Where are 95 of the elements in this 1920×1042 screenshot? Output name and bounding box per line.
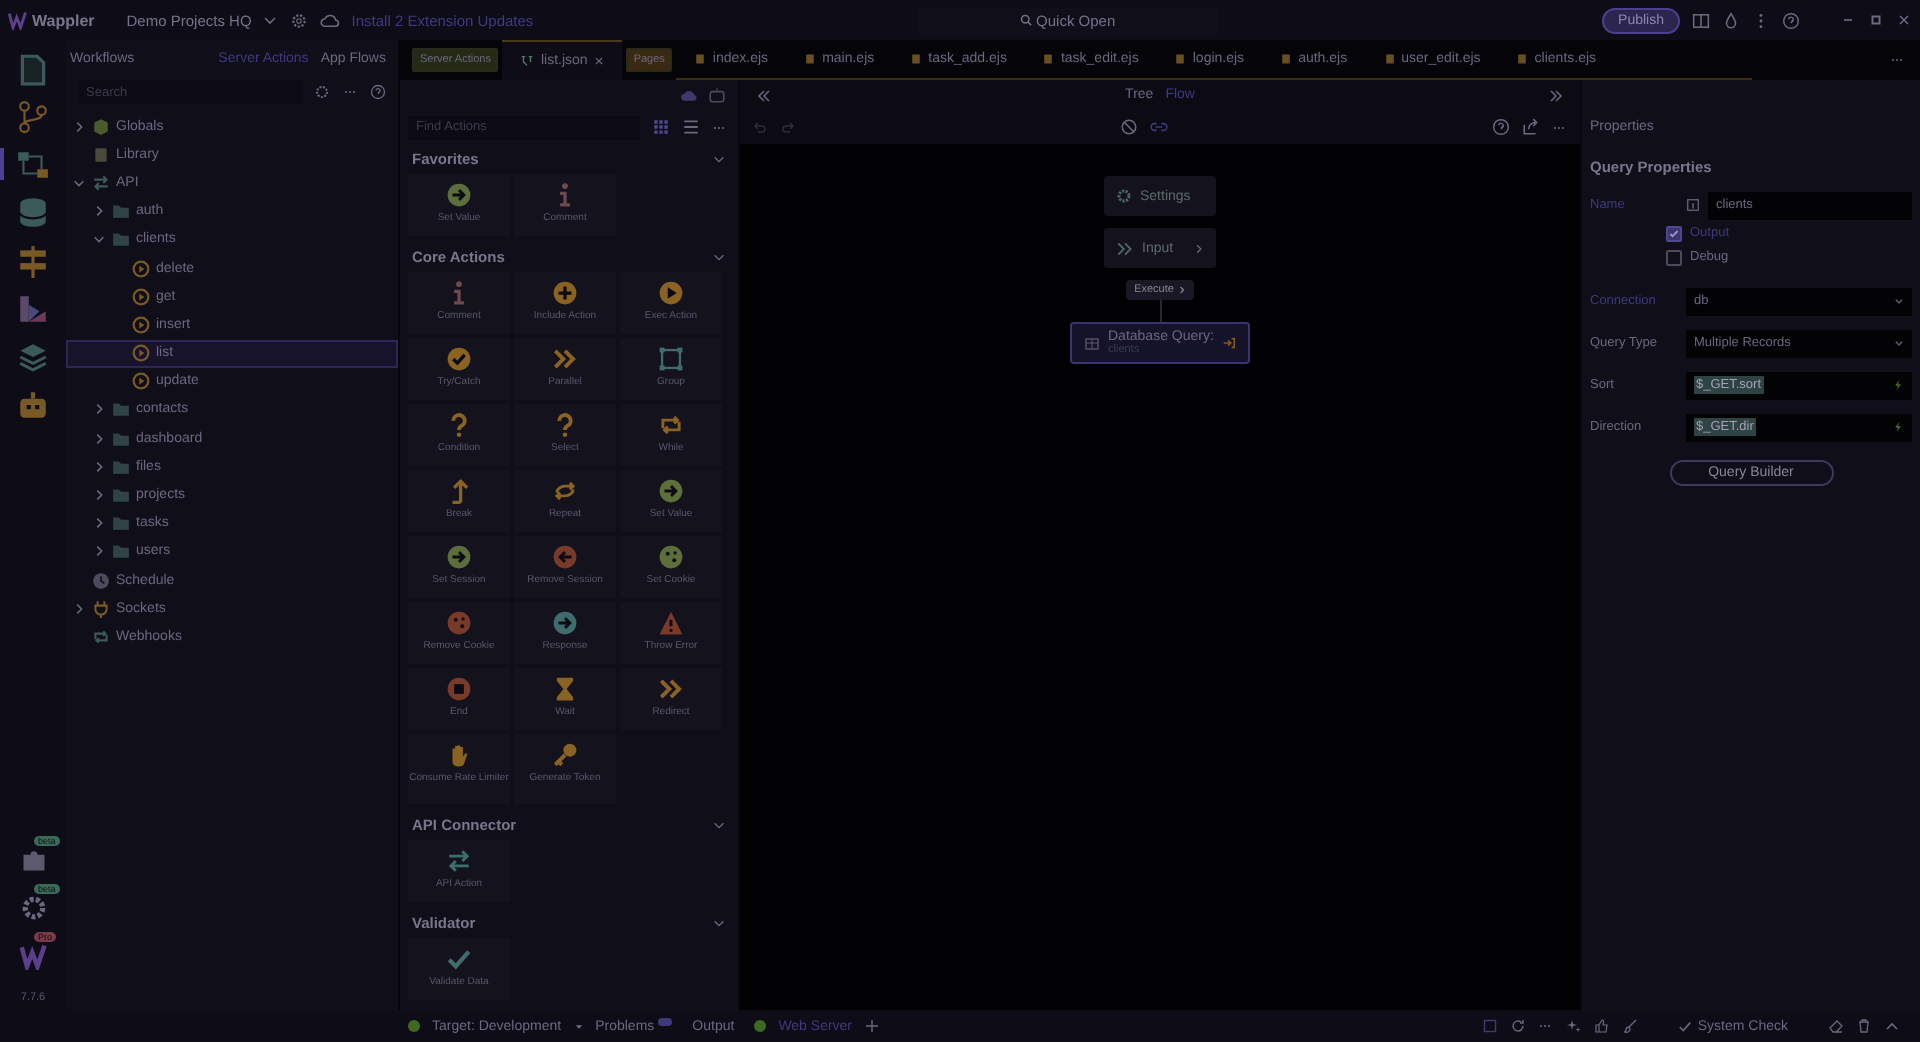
expand-right-icon[interactable] xyxy=(1548,87,1565,103)
robot-icon xyxy=(16,387,50,421)
chevron-right-icon[interactable] xyxy=(92,544,106,559)
puzzle-icon[interactable] xyxy=(19,846,47,874)
file-icon xyxy=(1280,52,1293,66)
double-chevron-icon xyxy=(1116,239,1134,257)
plug-icon xyxy=(92,599,110,618)
branch-icon xyxy=(16,99,50,133)
chevron-down-icon[interactable] xyxy=(712,817,726,831)
play-circle-icon xyxy=(132,287,150,306)
cloud-icon[interactable] xyxy=(680,86,698,104)
wappler-logo-icon xyxy=(8,10,28,30)
chevron-up-icon[interactable] xyxy=(1884,1018,1900,1034)
eraser-icon[interactable] xyxy=(1828,1018,1844,1034)
cloud-icon[interactable] xyxy=(319,10,340,30)
caret-down-icon[interactable] xyxy=(573,1021,584,1031)
search-icon xyxy=(1020,14,1033,26)
square-icon[interactable] xyxy=(1481,1018,1498,1034)
chevron-down-icon[interactable] xyxy=(261,12,278,28)
file-icon xyxy=(694,52,707,66)
flow-icon xyxy=(520,54,535,68)
restore-icon[interactable] xyxy=(1868,12,1884,28)
help-icon[interactable] xyxy=(1492,118,1510,136)
grid-view-icon[interactable] xyxy=(652,118,670,136)
chevron-right-icon[interactable] xyxy=(92,204,106,219)
list-view-icon[interactable] xyxy=(682,118,700,136)
file-icon xyxy=(1383,52,1396,66)
info-icon xyxy=(1686,198,1700,212)
table-icon xyxy=(1084,335,1100,351)
lightning-icon[interactable] xyxy=(1892,420,1904,434)
loop-icon xyxy=(92,627,110,646)
flow-icon xyxy=(16,147,50,181)
link-icon[interactable] xyxy=(1150,118,1168,136)
chevron-down-icon[interactable] xyxy=(712,151,726,165)
count-badge xyxy=(658,1018,673,1026)
drop-icon[interactable] xyxy=(1722,11,1740,29)
refresh-icon[interactable] xyxy=(1509,1018,1526,1034)
chevron-right-icon[interactable] xyxy=(72,601,86,616)
robot-icon[interactable] xyxy=(708,86,726,104)
settings-icon[interactable] xyxy=(19,894,47,922)
plus-icon[interactable] xyxy=(864,1018,881,1034)
collapse-left-icon[interactable] xyxy=(756,87,772,103)
checkbox[interactable] xyxy=(1666,249,1682,265)
play-circle-icon xyxy=(132,315,150,334)
chevron-down-icon[interactable] xyxy=(92,232,106,247)
sparkle-icon[interactable] xyxy=(1565,1018,1582,1034)
trash-icon[interactable] xyxy=(1856,1018,1872,1034)
chevron-right-icon[interactable] xyxy=(92,488,106,503)
disable-icon[interactable] xyxy=(1120,118,1138,136)
settings-icon[interactable] xyxy=(289,11,308,29)
chevron-right-icon[interactable] xyxy=(92,516,106,531)
wappler-logo-icon[interactable] xyxy=(19,942,47,970)
close-icon[interactable] xyxy=(1896,12,1912,28)
palette-icon xyxy=(16,291,50,325)
help-icon[interactable] xyxy=(370,84,386,100)
help-icon[interactable] xyxy=(1782,11,1800,29)
export-icon[interactable] xyxy=(1522,118,1540,136)
layers-icon xyxy=(16,339,50,373)
chevron-down-icon[interactable] xyxy=(712,249,726,263)
check-icon xyxy=(1668,227,1680,239)
chevron-down-icon xyxy=(1894,338,1904,348)
play-circle-icon xyxy=(132,344,150,363)
checkbox[interactable] xyxy=(1666,225,1682,241)
file-icon xyxy=(1174,52,1187,66)
cube-icon xyxy=(92,117,110,136)
settings-icon xyxy=(1116,188,1132,204)
play-circle-icon xyxy=(132,372,150,391)
close-icon[interactable] xyxy=(593,56,604,66)
play-circle-icon xyxy=(132,259,150,278)
file-icon xyxy=(1042,52,1055,66)
chevron-right-icon[interactable] xyxy=(92,402,106,417)
signpost-icon xyxy=(16,243,50,277)
app-name: Wappler xyxy=(32,11,95,29)
brush-icon[interactable] xyxy=(1621,1018,1638,1034)
lightning-icon[interactable] xyxy=(1892,378,1904,392)
chevron-right-icon[interactable] xyxy=(92,431,106,446)
thumbs-up-icon[interactable] xyxy=(1593,1018,1610,1034)
chevron-right-icon[interactable] xyxy=(92,459,106,474)
output-icon xyxy=(1222,336,1236,350)
file-icon xyxy=(804,52,817,66)
swap-arrows-icon xyxy=(92,173,110,192)
chevron-down-icon[interactable] xyxy=(712,915,726,929)
clock-icon xyxy=(92,571,110,590)
chevron-right-icon xyxy=(1194,243,1204,253)
chevron-right-icon[interactable] xyxy=(72,119,86,134)
database-icon xyxy=(16,195,50,229)
settings-icon[interactable] xyxy=(314,84,330,100)
file-icon xyxy=(1516,52,1529,66)
checkmark-icon xyxy=(1677,1019,1692,1033)
book-icon xyxy=(92,145,110,164)
chevron-down-icon[interactable] xyxy=(72,175,86,190)
chevron-down-icon xyxy=(1894,296,1904,306)
pages-icon xyxy=(16,51,50,85)
split-view-icon[interactable] xyxy=(1692,11,1710,29)
file-icon xyxy=(910,52,923,66)
